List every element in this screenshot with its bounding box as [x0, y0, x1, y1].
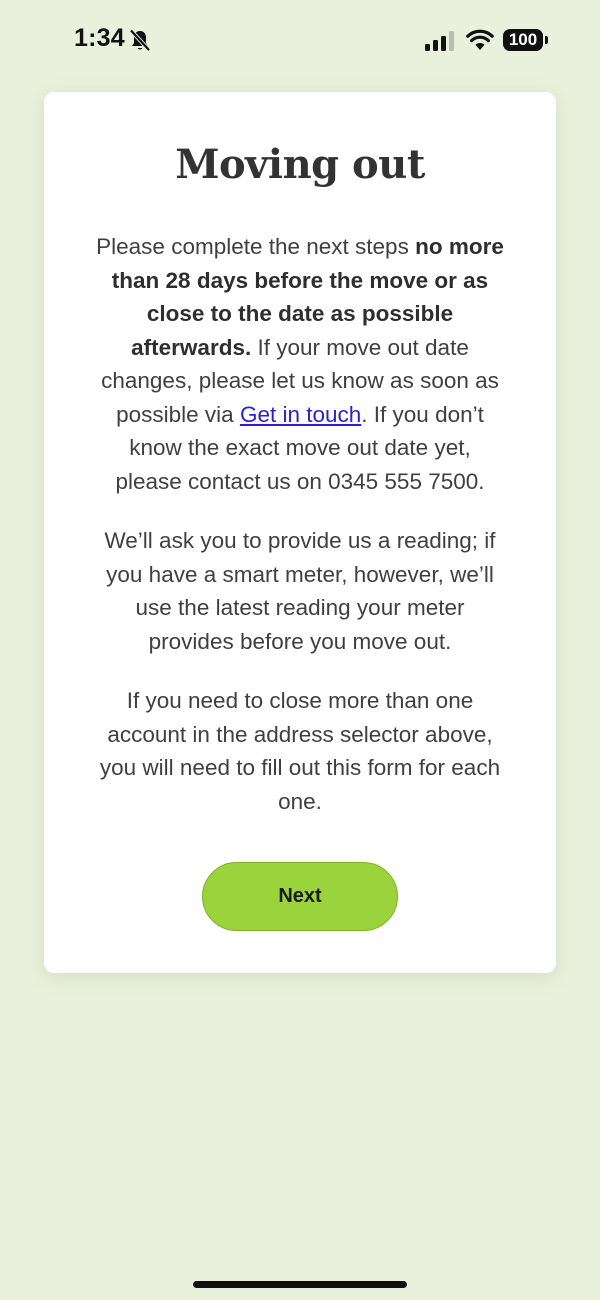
- next-button[interactable]: Next: [202, 862, 398, 931]
- battery-level: 100: [503, 29, 543, 51]
- status-bar: 1:34 100: [0, 0, 600, 82]
- battery-icon: 100: [503, 29, 549, 53]
- get-in-touch-link[interactable]: Get in touch: [240, 402, 361, 427]
- moving-out-card: Moving out Please complete the next step…: [44, 92, 556, 973]
- home-indicator: [193, 1281, 407, 1288]
- cellular-signal-icon: [425, 31, 454, 51]
- move-timing-paragraph: Please complete the next steps no more t…: [96, 230, 504, 498]
- bell-slash-icon: [129, 29, 151, 52]
- status-time: 1:34: [74, 24, 125, 52]
- battery-tip: [545, 36, 548, 44]
- page-title: Moving out: [175, 141, 425, 188]
- meter-reading-paragraph: We’ll ask you to provide us a reading; i…: [104, 528, 496, 654]
- wifi-icon: [466, 29, 494, 50]
- paragraph1-intro: Please complete the next steps: [96, 234, 416, 259]
- multiple-accounts-paragraph: If you need to close more than one accou…: [99, 688, 501, 814]
